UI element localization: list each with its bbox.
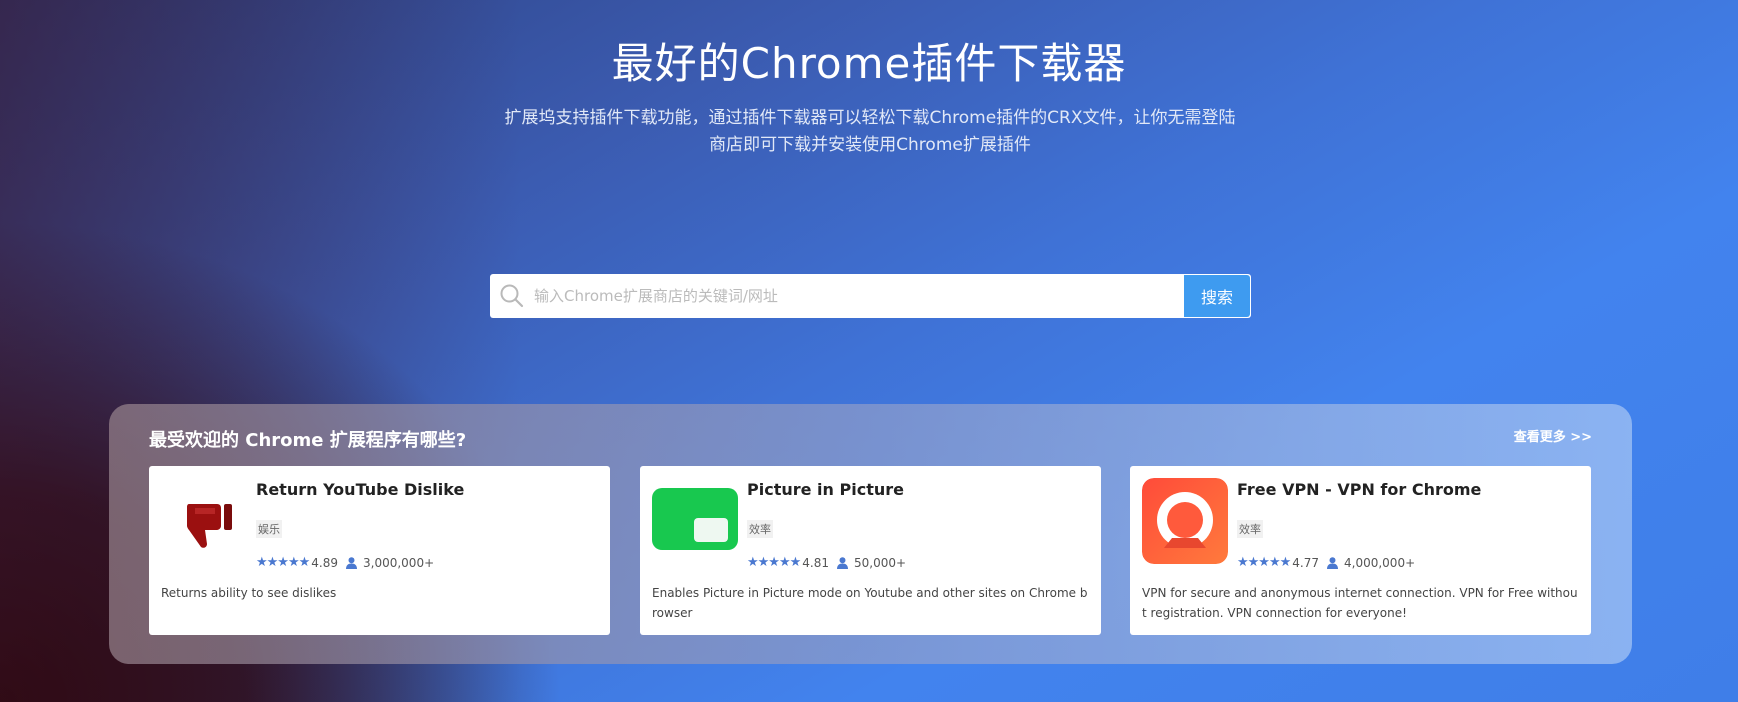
rating-value: 4.89 [311, 555, 338, 570]
section-title: 最受欢迎的 Chrome 扩展程序有哪些? [149, 430, 467, 451]
view-more-link[interactable]: 查看更多 >> [1514, 426, 1592, 445]
category-badge: 效率 [747, 520, 773, 538]
rating-stars: ★★★★★ [1237, 555, 1291, 570]
user-count: 3,000,000+ [363, 555, 435, 570]
extension-card[interactable]: Return YouTube Dislike 娱乐 ★★★★★ 4.89 3,0… [149, 466, 610, 635]
thumbs-down-icon [161, 478, 247, 564]
page-title: 最好的Chrome插件下载器 [611, 39, 1127, 88]
extension-card[interactable]: Free VPN - VPN for Chrome 效率 ★★★★★ 4.77 … [1130, 466, 1591, 635]
user-icon [1327, 556, 1338, 569]
subtitle-line-2: 商店即可下载并安装使用Chrome扩展插件 [709, 135, 1031, 155]
user-icon [837, 556, 848, 569]
extension-description: Enables Picture in Picture mode on Youtu… [652, 586, 1088, 620]
extension-description: Returns ability to see dislikes [161, 586, 337, 600]
user-icon [346, 556, 357, 569]
extension-name[interactable]: Picture in Picture [747, 480, 904, 499]
extension-name[interactable]: Return YouTube Dislike [256, 480, 464, 499]
extension-name[interactable]: Free VPN - VPN for Chrome [1237, 480, 1481, 499]
rating-value: 4.81 [802, 555, 829, 570]
search-icon [490, 274, 534, 318]
search-button[interactable]: 搜索 [1184, 275, 1250, 317]
picture-in-picture-icon [652, 478, 738, 564]
extension-card[interactable]: Picture in Picture 效率 ★★★★★ 4.81 50,000+… [640, 466, 1101, 635]
extension-meta: ★★★★★ 4.81 50,000+ [747, 555, 906, 570]
search-input[interactable] [534, 276, 1184, 316]
category-badge: 效率 [1237, 520, 1263, 538]
popular-extensions-panel: 最受欢迎的 Chrome 扩展程序有哪些? 查看更多 >> Return You… [109, 404, 1632, 664]
search-bar: 搜索 [490, 274, 1251, 318]
rating-value: 4.77 [1292, 555, 1319, 570]
page-subtitle: 扩展坞支持插件下载功能，通过插件下载器可以轻松下载Chrome插件的CRX文件，… [480, 105, 1260, 159]
user-count: 4,000,000+ [1344, 555, 1416, 570]
vpn-ring-icon [1142, 478, 1228, 564]
subtitle-line-1: 扩展坞支持插件下载功能，通过插件下载器可以轻松下载Chrome插件的CRX文件，… [504, 108, 1236, 128]
rating-stars: ★★★★★ [747, 555, 801, 570]
rating-stars: ★★★★★ [256, 555, 310, 570]
user-count: 50,000+ [854, 555, 907, 570]
extension-meta: ★★★★★ 4.77 4,000,000+ [1237, 555, 1415, 570]
category-badge: 娱乐 [256, 520, 282, 538]
extension-meta: ★★★★★ 4.89 3,000,000+ [256, 555, 434, 570]
extension-description: VPN for secure and anonymous internet co… [1142, 586, 1578, 620]
